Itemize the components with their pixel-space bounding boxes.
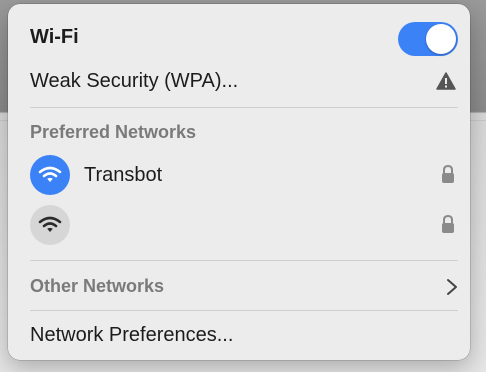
wifi-signal-badge — [30, 155, 70, 195]
divider — [30, 107, 458, 108]
wifi-icon — [38, 216, 62, 232]
other-networks-row[interactable]: Other Networks — [22, 270, 458, 304]
other-networks-label: Other Networks — [30, 276, 165, 296]
current-network-status[interactable]: Weak Security (WPA)... — [30, 70, 238, 93]
warning-icon — [436, 72, 456, 90]
wifi-title: Wi-Fi — [30, 26, 79, 48]
network-row[interactable]: Transbot — [22, 152, 458, 200]
toggle-knob — [426, 24, 456, 54]
network-name: Transbot — [84, 164, 163, 186]
network-preferences-item[interactable]: Network Preferences... — [30, 324, 233, 347]
preferred-networks-heading: Preferred Networks — [30, 122, 197, 142]
chevron-right-icon — [447, 279, 457, 295]
wifi-menu: Wi-Fi Weak Security (WPA)... Preferred N… — [8, 4, 470, 360]
network-row[interactable] — [22, 202, 458, 250]
wifi-signal-badge — [30, 205, 70, 245]
lock-icon — [442, 164, 454, 183]
wifi-toggle[interactable] — [398, 22, 458, 56]
divider — [30, 260, 458, 261]
lock-icon — [442, 214, 454, 233]
divider — [30, 310, 458, 311]
wifi-icon — [38, 166, 62, 182]
